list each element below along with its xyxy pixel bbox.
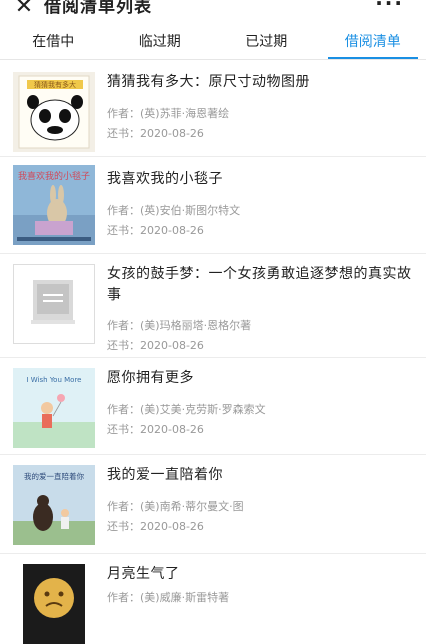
tab-borrow-list[interactable]: 借阅清单 — [320, 28, 426, 59]
book-info: 猜猜我有多大：原尺寸动物图册 作者：(英)苏菲·海恩著绘 还书：2020-08-… — [107, 72, 414, 93]
book-author: 作者：(美)南希·蒂尔曼文·图 — [107, 499, 244, 515]
return-date: 还书：2020-08-26 — [107, 338, 204, 354]
cover-title: I Wish You More — [27, 376, 82, 384]
list-item[interactable]: 我喜欢我的小毯子 我喜欢我的小毯子 作者：(英)安伯·斯图尔特文 还书：2020… — [0, 157, 426, 254]
book-list: 猜猜我有多大 猜猜我有多大：原尺寸动物图册 作者：(英)苏菲·海恩著绘 还书：2… — [0, 60, 426, 634]
tab-overdue[interactable]: 已过期 — [213, 28, 320, 59]
book-author: 作者：(美)艾美·克劳斯·罗森索文 — [107, 402, 266, 418]
book-author: 作者：(美)威廉·斯雷特著 — [107, 590, 229, 606]
book-cover: I Wish You More — [13, 368, 95, 448]
book-info: 月亮生气了 作者：(美)威廉·斯雷特著 — [107, 564, 414, 585]
book-info: 我的爱一直陪着你 作者：(美)南希·蒂尔曼文·图 还书：2020-08-26 — [107, 465, 414, 486]
return-date: 还书：2020-08-26 — [107, 126, 204, 142]
book-cover — [13, 564, 95, 644]
cover-title: 猜猜我有多大 — [34, 80, 76, 89]
book-title: 愿你拥有更多 — [107, 368, 414, 389]
return-date: 还书：2020-08-26 — [107, 519, 204, 535]
book-title: 猜猜我有多大：原尺寸动物图册 — [107, 72, 414, 93]
top-bar: ✕ 借阅清单列表 ··· — [0, 0, 426, 28]
return-date: 还书：2020-08-26 — [107, 422, 204, 438]
book-info: 女孩的鼓手梦：一个女孩勇敢追逐梦想的真实故事 作者：(美)玛格丽塔·恩格尔著 还… — [107, 264, 414, 306]
book-author: 作者：(英)安伯·斯图尔特文 — [107, 203, 240, 219]
cover-title: 我的爱一直陪着你 — [24, 471, 84, 481]
book-title: 我喜欢我的小毯子 — [107, 169, 414, 190]
page-title: 借阅清单列表 — [44, 0, 152, 19]
cover-title: 我喜欢我的小毯子 — [18, 170, 90, 182]
book-info: 我喜欢我的小毯子 作者：(英)安伯·斯图尔特文 还书：2020-08-26 — [107, 169, 414, 190]
book-title: 女孩的鼓手梦：一个女孩勇敢追逐梦想的真实故事 — [107, 264, 414, 306]
list-item[interactable]: 月亮生气了 作者：(美)威廉·斯雷特著 — [0, 554, 426, 634]
book-title: 我的爱一直陪着你 — [107, 465, 414, 486]
book-cover: 我喜欢我的小毯子 — [13, 165, 95, 245]
book-info: 愿你拥有更多 作者：(美)艾美·克劳斯·罗森索文 还书：2020-08-26 — [107, 368, 414, 389]
list-item[interactable]: 猜猜我有多大 猜猜我有多大：原尺寸动物图册 作者：(英)苏菲·海恩著绘 还书：2… — [0, 60, 426, 157]
book-author: 作者：(美)玛格丽塔·恩格尔著 — [107, 318, 251, 334]
book-cover: 我的爱一直陪着你 — [13, 465, 95, 545]
book-cover: 猜猜我有多大 — [13, 72, 95, 152]
close-icon[interactable]: ✕ — [12, 0, 36, 19]
list-item[interactable]: 女孩的鼓手梦：一个女孩勇敢追逐梦想的真实故事 作者：(美)玛格丽塔·恩格尔著 还… — [0, 254, 426, 358]
tab-near-due[interactable]: 临过期 — [107, 28, 214, 59]
list-item[interactable]: 我的爱一直陪着你 我的爱一直陪着你 作者：(美)南希·蒂尔曼文·图 还书：202… — [0, 455, 426, 554]
list-item[interactable]: I Wish You More 愿你拥有更多 作者：(美)艾美·克劳斯·罗森索文… — [0, 358, 426, 455]
tab-borrowing[interactable]: 在借中 — [0, 28, 107, 59]
tab-bar: 在借中 临过期 已过期 借阅清单 — [0, 28, 426, 60]
book-author: 作者：(英)苏菲·海恩著绘 — [107, 106, 229, 122]
more-menu-button[interactable]: ··· — [375, 0, 404, 15]
return-date: 还书：2020-08-26 — [107, 223, 204, 239]
book-cover-placeholder — [13, 264, 95, 344]
book-title: 月亮生气了 — [107, 564, 414, 585]
